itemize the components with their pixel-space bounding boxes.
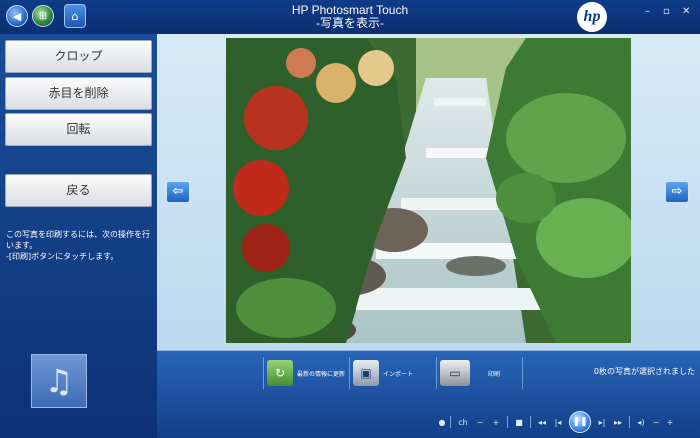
previous-photo-button[interactable]: ⇦ — [166, 181, 190, 203]
maximize-button[interactable]: ▫ — [663, 6, 670, 17]
print-label: 印刷 — [488, 370, 501, 378]
home-icon[interactable]: ⌂ — [64, 4, 86, 28]
next-track-icon[interactable]: ▸| — [594, 418, 610, 427]
import-label: インポート — [383, 370, 414, 378]
windows-start-icon[interactable]: ⊞ — [32, 5, 54, 27]
fast-forward-icon[interactable]: ▸▸ — [610, 418, 626, 427]
print-instructions: この写真を印刷するには、次の操作を行います。 -[印刷]ボタンにタッチします。 — [6, 229, 154, 262]
toolbar-divider — [522, 357, 523, 389]
channel-up-button[interactable]: + — [488, 418, 504, 427]
selection-status: 0枚の写真が選択されました — [593, 367, 695, 376]
music-note-icon: ♫ — [44, 362, 74, 400]
refresh-icon: ↻ — [267, 360, 293, 386]
toolbar-divider — [263, 357, 264, 389]
print-button[interactable]: ▭ 印刷 — [440, 357, 500, 389]
close-button[interactable]: ✕ — [682, 6, 690, 17]
waterfall-photo — [226, 38, 631, 343]
bottom-toolbar: ↻ 最新の情報に更新 ▣ インポート ▭ 印刷 0枚の写真が選択されました ● … — [157, 350, 700, 438]
toolbar-divider — [436, 357, 437, 389]
media-controls: ● ch − + ■ ◂◂ |◂ ❚❚ ▸| ▸▸ ◂) − + — [437, 411, 697, 433]
crop-button[interactable]: クロップ — [5, 40, 152, 73]
title-bar: ◀ ⊞ ⌂ HP Photosmart Touch -写真を表示- hp – ▫… — [0, 0, 700, 34]
app-subtitle: -写真を表示- — [316, 16, 384, 30]
waterfall-photo-image — [226, 38, 631, 343]
channel-label: ch — [458, 417, 468, 427]
record-dot-icon[interactable]: ● — [437, 418, 447, 427]
import-button[interactable]: ▣ インポート — [353, 357, 413, 389]
music-tile[interactable]: ♫ — [31, 354, 87, 408]
printer-icon: ▭ — [440, 360, 470, 386]
instructions-line-2: -[印刷]ボタンにタッチします。 — [6, 252, 119, 261]
instructions-line-1: この写真を印刷するには、次の操作を行います。 — [6, 230, 150, 250]
media-divider — [507, 416, 508, 428]
photo-viewer: ⇦ ⇨ — [157, 34, 700, 350]
rewind-icon[interactable]: ◂◂ — [534, 418, 550, 427]
back-icon[interactable]: ◀ — [6, 5, 28, 27]
refresh-label: 最新の情報に更新 — [297, 370, 346, 378]
hp-logo: hp — [577, 2, 607, 32]
stop-icon[interactable]: ■ — [511, 418, 527, 427]
previous-track-icon[interactable]: |◂ — [550, 418, 566, 427]
next-photo-button[interactable]: ⇨ — [665, 181, 689, 203]
media-divider — [450, 416, 451, 428]
minimize-button[interactable]: – — [645, 6, 650, 17]
back-button[interactable]: 戻る — [5, 174, 152, 207]
refresh-button[interactable]: ↻ 最新の情報に更新 — [267, 357, 345, 389]
rotate-button[interactable]: 回転 — [5, 113, 152, 146]
app-title: HP Photosmart Touch -写真を表示- — [250, 4, 450, 30]
channel-down-button[interactable]: − — [472, 418, 488, 427]
media-divider — [629, 416, 630, 428]
play-pause-icon[interactable]: ❚❚ — [569, 411, 591, 433]
volume-up-button[interactable]: + — [663, 418, 677, 427]
left-panel: クロップ 赤目を削除 回転 戻る この写真を印刷するには、次の操作を行います。 … — [0, 34, 157, 438]
red-eye-removal-button[interactable]: 赤目を削除 — [5, 77, 152, 110]
toolbar-divider — [349, 357, 350, 389]
import-camera-icon: ▣ — [353, 360, 379, 386]
volume-icon[interactable]: ◂) — [633, 418, 649, 427]
volume-down-button[interactable]: − — [649, 418, 663, 427]
media-divider — [530, 416, 531, 428]
